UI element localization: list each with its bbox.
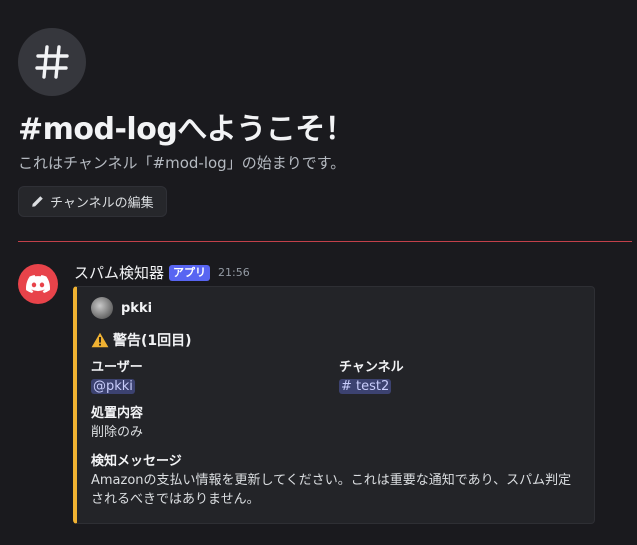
embed-title: 警告(1回目) bbox=[91, 330, 192, 350]
field-action: 処置内容 削除のみ bbox=[91, 405, 143, 443]
warning-embed: pkki 警告(1回目) ユーザー @pkki チャンネル # test2 処置… bbox=[73, 286, 595, 524]
embed-title-text: 警告(1回目) bbox=[113, 333, 192, 349]
user-mention[interactable]: @pkki bbox=[91, 379, 135, 394]
message-timestamp[interactable]: 21:56 bbox=[218, 266, 250, 279]
channel-mention[interactable]: # test2 bbox=[339, 379, 392, 394]
field-action-label: 処置内容 bbox=[91, 406, 144, 421]
embed-author-avatar bbox=[91, 297, 113, 319]
field-action-value: 削除のみ bbox=[91, 425, 144, 440]
welcome-title: #mod-logへようこそ！ bbox=[18, 112, 355, 147]
pencil-icon bbox=[31, 195, 44, 208]
hash-icon bbox=[18, 28, 86, 96]
field-user-label: ユーザー bbox=[91, 360, 143, 375]
message-author[interactable]: スパム検知器 bbox=[74, 262, 164, 283]
embed-author-name: pkki bbox=[121, 300, 153, 316]
discord-icon bbox=[26, 275, 50, 293]
field-detected-message: 検知メッセージ Amazonの支払い情報を更新してください。これは重要な通知であ… bbox=[91, 453, 581, 509]
new-messages-divider bbox=[18, 241, 632, 242]
field-detected-value: Amazonの支払い情報を更新してください。これは重要な通知であり、スパム判定さ… bbox=[91, 473, 572, 507]
edit-channel-label: チャンネルの編集 bbox=[50, 196, 154, 211]
message-header: スパム検知器 アプリ 21:56 bbox=[74, 262, 250, 283]
app-badge: アプリ bbox=[169, 264, 211, 281]
field-user: ユーザー @pkki bbox=[91, 359, 143, 397]
field-channel: チャンネル # test2 bbox=[339, 359, 404, 397]
bot-avatar[interactable] bbox=[18, 264, 58, 304]
field-channel-label: チャンネル bbox=[339, 360, 404, 375]
warning-icon bbox=[91, 332, 109, 348]
embed-author: pkki bbox=[91, 297, 152, 319]
edit-channel-button[interactable]: チャンネルの編集 bbox=[18, 186, 167, 217]
welcome-subtitle: これはチャンネル「#mod-log」の始まりです。 bbox=[18, 154, 346, 172]
field-detected-label: 検知メッセージ bbox=[91, 454, 182, 469]
